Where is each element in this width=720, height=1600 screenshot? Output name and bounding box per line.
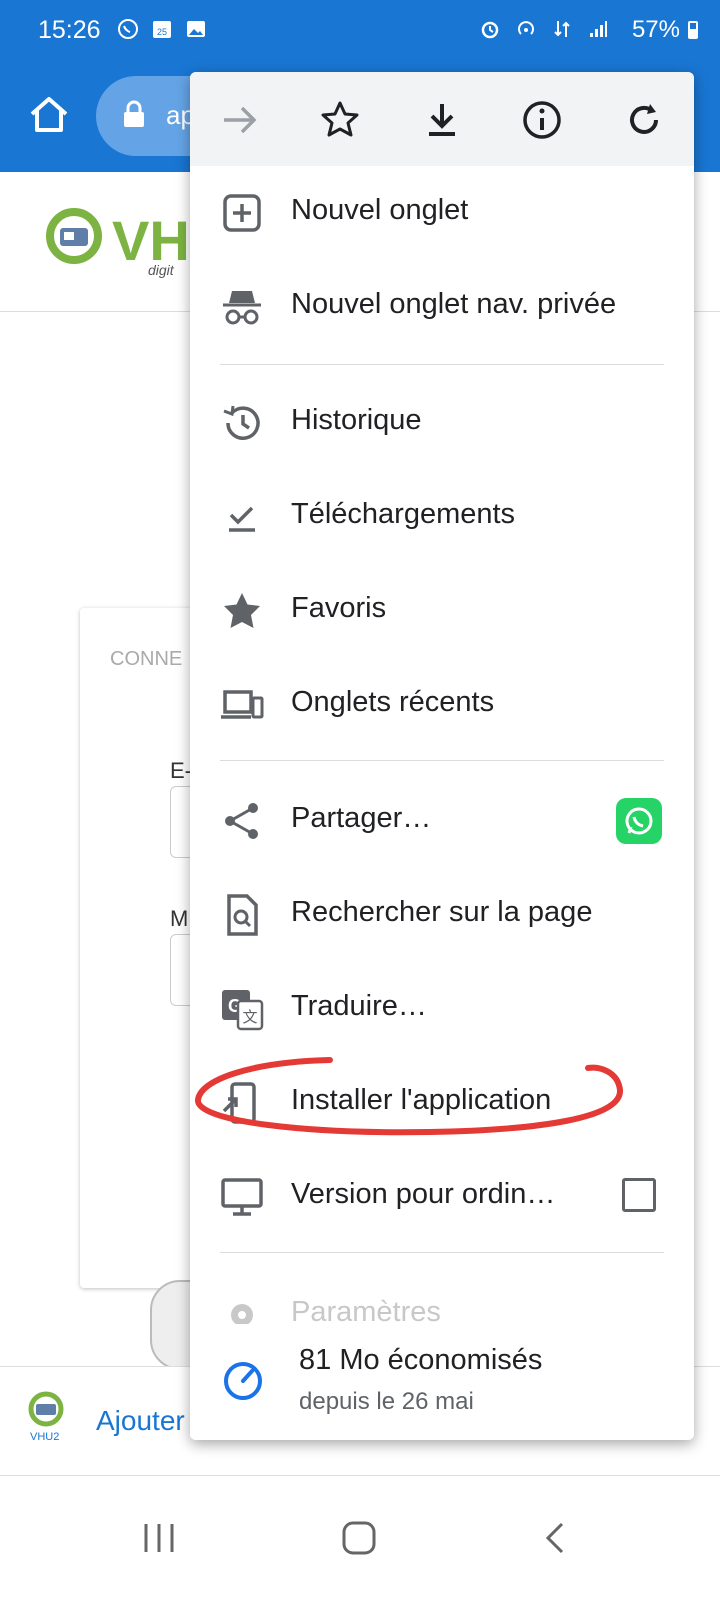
calendar-icon: 25 [153,21,171,38]
bookmark-star-icon[interactable] [318,98,362,142]
signal-icon [590,21,607,37]
menu-item-translate[interactable]: G文 Traduire… [190,962,694,1056]
password-label: M [170,906,189,931]
browser-overflow-menu: Nouvel onglet Nouvel onglet nav. privée … [190,72,694,1440]
menu-label-translate: Traduire… [291,990,427,1022]
banner-logo-icon [28,1391,64,1427]
status-time: 15:26 [38,16,101,44]
menu-label-recent-tabs: Onglets récents [291,686,495,718]
menu-item-history[interactable]: Historique [190,376,694,470]
menu-label-find-in-page: Rechercher sur la page [291,896,593,928]
menu-action-row [190,72,694,166]
home-icon[interactable] [26,92,72,138]
battery-icon [688,21,698,39]
translate-icon: G文 [222,990,264,1031]
menu-divider [220,1252,664,1253]
android-nav-bar [0,1478,720,1600]
whatsapp-share-icon[interactable] [616,798,662,844]
incognito-icon [223,291,261,325]
download-icon[interactable] [420,98,464,142]
banner-add-text[interactable]: Ajouter [96,1405,185,1437]
menu-label-bookmarks: Favoris [291,592,387,624]
data-saver-gauge-icon [224,1362,262,1400]
menu-label-incognito: Nouvel onglet nav. privée [291,288,617,320]
data-savings-row[interactable]: 81 Mo économisés depuis le 26 mai [190,1324,694,1440]
menu-item-new-tab[interactable]: Nouvel onglet [190,166,694,260]
svg-text:25: 25 [157,27,167,37]
lock-icon [124,100,144,127]
reload-icon[interactable] [622,98,666,142]
history-icon [223,405,260,440]
share-icon [225,803,258,839]
back-nav-icon[interactable] [532,1518,582,1558]
red-annotation-circle [195,1057,623,1136]
battery-percent: 57% [631,16,680,43]
recent-tabs-icon [221,690,264,719]
menu-label-downloads: Téléchargements [291,498,516,530]
svg-text:文: 文 [242,1008,257,1026]
status-bar: 15:26 25 57% [0,0,720,60]
menu-label-history: Historique [291,404,422,436]
home-nav-icon[interactable] [334,1518,384,1558]
menu-item-incognito[interactable]: Nouvel onglet nav. privée [190,260,694,354]
menu-label-desktop-version: Version pour ordin… [291,1178,556,1210]
gallery-icon [187,21,205,37]
site-logo-icon[interactable] [44,206,104,266]
login-title: CONNE [110,648,183,670]
menu-divider [220,760,664,761]
menu-item-bookmarks[interactable]: Favoris [190,564,694,658]
recent-apps-icon[interactable] [134,1518,184,1558]
info-icon[interactable] [520,98,564,142]
menu-item-downloads[interactable]: Téléchargements [190,470,694,564]
find-in-page-icon [227,894,258,936]
menu-item-share[interactable]: Partager… [190,774,694,868]
desktop-icon [221,1178,263,1216]
new-tab-icon [223,194,261,232]
downloads-icon [229,506,255,532]
desktop-version-checkbox[interactable] [622,1178,656,1212]
data-savings-since: depuis le 26 mai [299,1388,474,1415]
menu-label-share: Partager… [291,802,432,834]
data-savings-amount: 81 Mo économisés [299,1344,543,1376]
bookmarks-star-icon [224,593,260,628]
menu-item-recent-tabs[interactable]: Onglets récents [190,658,694,752]
whatsapp-icon [118,19,138,39]
status-right-icons [478,17,610,41]
email-label: E- [170,758,192,783]
hotspot-icon [518,21,534,35]
data-signal-icon [554,21,570,37]
alarm-icon [481,21,499,39]
menu-label-new-tab: Nouvel onglet [291,194,469,226]
menu-item-desktop-version[interactable]: Version pour ordin… [190,1150,694,1244]
status-left-icons: 25 [116,17,208,41]
menu-item-find-in-page[interactable]: Rechercher sur la page [190,868,694,962]
forward-icon[interactable] [218,98,262,142]
banner-logo-text: VHU2 [30,1431,60,1443]
site-logo-subtitle: digit [148,262,174,278]
menu-divider [220,364,664,365]
